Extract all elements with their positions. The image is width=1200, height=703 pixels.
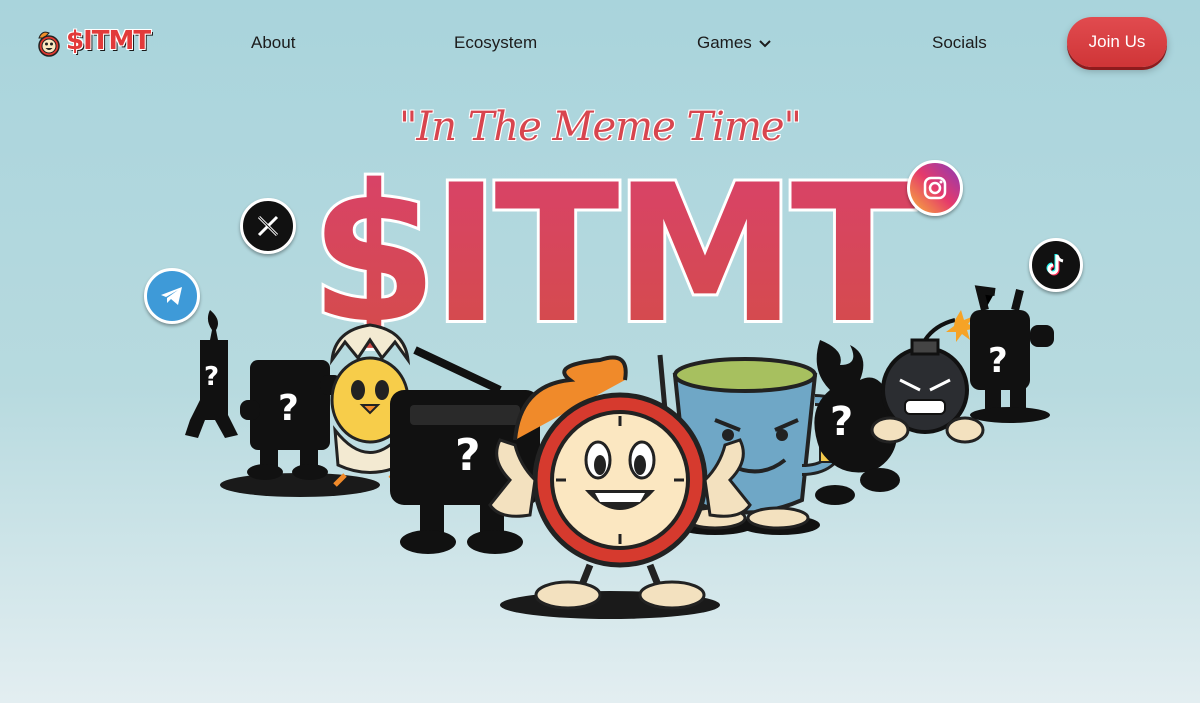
nav-link-games[interactable]: Games — [697, 33, 772, 53]
svg-text:?: ? — [830, 399, 853, 445]
clock-mascot-icon — [38, 31, 60, 57]
bomb-character — [870, 310, 985, 444]
nav-link-socials[interactable]: Socials — [932, 33, 987, 53]
logo-text: $ITMT — [66, 26, 151, 56]
join-us-button[interactable]: Join Us — [1067, 17, 1167, 67]
brand-logo[interactable]: $ITMT — [34, 26, 154, 60]
nav-link-ecosystem[interactable]: Ecosystem — [454, 33, 537, 53]
svg-text:?: ? — [455, 430, 481, 481]
top-navigation: $ITMT About Ecosystem Games Socials Join… — [0, 0, 1200, 86]
svg-text:?: ? — [278, 388, 299, 429]
mascot-illustration: ? ? ? ? ? — [185, 285, 1054, 619]
chevron-down-icon — [758, 39, 772, 49]
nav-link-about[interactable]: About — [251, 33, 295, 53]
svg-text:?: ? — [988, 341, 1008, 381]
mystery-box-silhouette: ? — [240, 360, 342, 480]
instagram-icon[interactable] — [907, 160, 963, 216]
x-icon[interactable] — [240, 198, 296, 254]
svg-text:?: ? — [204, 362, 219, 392]
nav-link-games-label: Games — [697, 33, 752, 52]
mystery-candle-silhouette: ? — [185, 310, 238, 438]
mystery-robot-silhouette: ? — [970, 285, 1054, 423]
